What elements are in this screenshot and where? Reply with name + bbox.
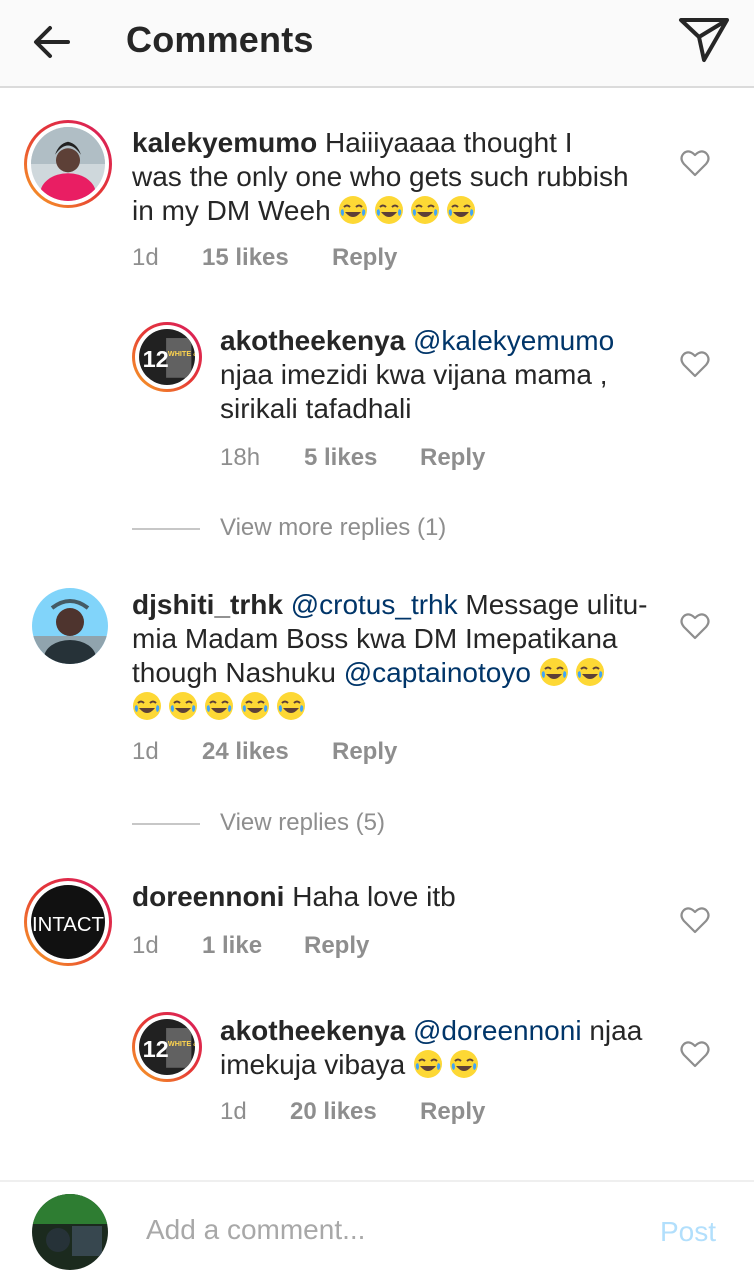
avatar[interactable]: 12 WHITE & GOLD bbox=[132, 322, 202, 392]
avatar-image bbox=[32, 1194, 108, 1270]
comment-username[interactable]: akotheekenya bbox=[220, 1015, 405, 1046]
comments-list[interactable]: kalekyemumo Haiiiyaaaa thought I was the… bbox=[0, 96, 754, 1178]
reply-button[interactable]: Reply bbox=[420, 444, 485, 472]
comment-text: doreennoni Haha love itb bbox=[132, 881, 456, 912]
comment-meta: 1d 20 likes Reply bbox=[220, 1098, 620, 1128]
comment-meta: 18h 5 likes Reply bbox=[220, 444, 620, 474]
tears-of-joy-emoji bbox=[375, 196, 404, 224]
poster-number: 12 bbox=[143, 346, 169, 372]
avatar-image bbox=[32, 588, 108, 664]
top-bar: Comments bbox=[0, 0, 754, 88]
page-title: Comments bbox=[126, 19, 314, 60]
reply-button[interactable]: Reply bbox=[420, 1098, 485, 1126]
comment-username[interactable]: akotheekenya bbox=[220, 325, 405, 356]
divider bbox=[132, 528, 200, 530]
mention-link[interactable]: @kalekyemumo bbox=[413, 325, 614, 356]
comment-text: akotheekenya @kalekyemumo njaa imezidi k… bbox=[220, 325, 615, 424]
mention-link[interactable]: @crotus_trhk bbox=[291, 589, 458, 620]
comment-time: 1d bbox=[132, 244, 159, 271]
divider bbox=[132, 823, 200, 825]
poster-text: WHITE & GOLD bbox=[168, 349, 195, 358]
avatar[interactable] bbox=[32, 588, 108, 664]
heart-icon[interactable] bbox=[680, 149, 710, 177]
comment-username[interactable]: doreennoni bbox=[132, 881, 284, 912]
post-button[interactable]: Post bbox=[660, 1216, 716, 1248]
likes-count[interactable]: 5 likes bbox=[304, 444, 377, 472]
mention-link[interactable]: @doreennoni bbox=[413, 1015, 582, 1046]
poster-number: 12 bbox=[143, 1036, 169, 1062]
comment-item: kalekyemumo Haiiiyaaaa thought I was the… bbox=[0, 96, 754, 286]
comment-text: djshiti_trhk @crotus_trhk Message ulitu-… bbox=[132, 588, 672, 724]
comment-username[interactable]: kalekyemumo bbox=[132, 127, 317, 158]
mention-link[interactable]: @captainotoyo bbox=[344, 657, 531, 688]
comment-time: 1d bbox=[132, 738, 159, 765]
view-more-replies[interactable]: View more replies (1) bbox=[132, 514, 532, 546]
back-arrow-icon[interactable] bbox=[28, 18, 76, 66]
tears-of-joy-emoji bbox=[339, 196, 368, 224]
reply-item: 12 WHITE & GOLD akotheekenya @kalekyemum… bbox=[0, 318, 754, 478]
comment-item: djshiti_trhk @crotus_trhk Message ulitu-… bbox=[0, 586, 754, 776]
comment-time: 1d bbox=[132, 932, 159, 959]
tears-of-joy-emoji bbox=[241, 692, 269, 720]
tears-of-joy-emoji bbox=[413, 1050, 442, 1078]
avatar-image: 12 WHITE & GOLD bbox=[139, 1019, 195, 1075]
tears-of-joy-emoji bbox=[205, 692, 233, 720]
reply-button[interactable]: Reply bbox=[332, 244, 397, 272]
reply-button[interactable]: Reply bbox=[332, 738, 397, 766]
heart-icon[interactable] bbox=[680, 612, 710, 640]
heart-icon[interactable] bbox=[680, 906, 710, 934]
avatar-image: 12 WHITE & GOLD bbox=[139, 329, 195, 385]
avatar-image: INTACT bbox=[31, 885, 105, 959]
tears-of-joy-emoji bbox=[449, 1050, 478, 1078]
avatar-logo-text: INTACT bbox=[32, 914, 104, 936]
comment-meta: 1d 24 likes Reply bbox=[132, 738, 532, 768]
likes-count[interactable]: 15 likes bbox=[202, 244, 289, 272]
likes-count[interactable]: 1 like bbox=[202, 932, 262, 960]
tears-of-joy-emoji bbox=[277, 692, 305, 720]
comment-text: kalekyemumo Haiiiyaaaa thought I was the… bbox=[132, 127, 629, 226]
comment-text: akotheekenya @doreennoni njaa imekuja vi… bbox=[220, 1015, 643, 1080]
avatar[interactable]: INTACT bbox=[24, 878, 112, 966]
send-icon[interactable] bbox=[676, 14, 732, 64]
comment-time: 18h bbox=[220, 444, 261, 471]
comment-meta: 1d 1 like Reply bbox=[132, 932, 532, 962]
comment-time: 1d bbox=[220, 1098, 247, 1125]
tears-of-joy-emoji bbox=[539, 658, 568, 686]
comment-input[interactable] bbox=[146, 1214, 626, 1246]
comment-item: INTACT doreennoni Haha love itb 1d 1 lik… bbox=[0, 876, 754, 986]
heart-icon[interactable] bbox=[680, 1040, 710, 1068]
poster-text: WHITE & GOLD bbox=[168, 1039, 195, 1048]
avatar-image bbox=[31, 127, 105, 201]
avatar[interactable]: 12 WHITE & GOLD bbox=[132, 1012, 202, 1082]
my-avatar bbox=[32, 1194, 108, 1270]
likes-count[interactable]: 24 likes bbox=[202, 738, 289, 766]
comment-composer: Post bbox=[0, 1180, 754, 1280]
avatar[interactable] bbox=[24, 120, 112, 208]
reply-item: 12 WHITE & GOLD akotheekenya @doreennoni… bbox=[0, 1008, 754, 1148]
tears-of-joy-emoji bbox=[575, 658, 604, 686]
likes-count[interactable]: 20 likes bbox=[290, 1098, 377, 1126]
reply-button[interactable]: Reply bbox=[304, 932, 369, 960]
comment-username[interactable]: djshiti_trhk bbox=[132, 589, 283, 620]
comment-meta: 1d 15 likes Reply bbox=[132, 244, 532, 274]
heart-icon[interactable] bbox=[680, 350, 710, 378]
view-replies[interactable]: View replies (5) bbox=[132, 809, 532, 841]
tears-of-joy-emoji bbox=[169, 692, 197, 720]
tears-of-joy-emoji bbox=[411, 196, 440, 224]
tears-of-joy-emoji bbox=[447, 196, 476, 224]
tears-of-joy-emoji bbox=[133, 692, 161, 720]
